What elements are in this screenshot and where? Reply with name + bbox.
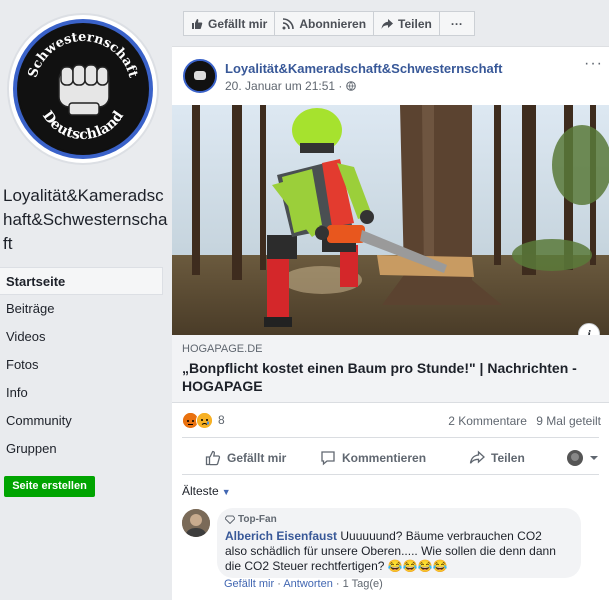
page-profile-picture[interactable]: Schwesternschaft Deutschland [7,13,159,165]
comment-reply-link[interactable]: Antworten [283,578,333,590]
post-timestamp[interactable]: 20. Januar um 21:51 · [225,79,356,93]
page-like-button[interactable]: Gefällt mir [183,11,276,36]
profile-ring: Schwesternschaft Deutschland [13,19,153,159]
caret-down-icon [590,456,598,460]
thumbs-up-outline-icon [205,450,221,466]
globe-icon [345,81,356,91]
thumbs-up-icon [192,18,203,29]
profile-thumbnail-icon [567,450,583,466]
reaction-count: 8 [218,413,225,427]
page-nav: Startseite Beiträge Videos Fotos Info Co… [0,267,163,463]
sad-reaction-icon [196,411,213,429]
page-more-button[interactable]: ··· [438,11,475,36]
comment-text: Alberich Eisenfaust Uuuuuund? Bäume verb… [225,529,565,574]
link-preview-image[interactable] [172,105,609,335]
page-share-label: Teilen [398,16,432,31]
comment-time[interactable]: 1 Tag(e) [343,578,383,590]
nav-item-info[interactable]: Info [0,379,163,407]
divider [182,437,599,438]
sort-label: Älteste [182,484,219,498]
like-label: Gefällt mir [227,451,287,465]
share-icon [469,450,485,464]
top-fan-badge: Top-Fan [225,514,277,525]
post-actions: Gefällt mir Kommentieren Teilen [172,442,609,474]
commenter-avatar[interactable] [182,509,210,537]
page-action-bar: Gefällt mir Abonnieren Teilen ··· [183,11,475,36]
diamond-icon [225,515,235,524]
divider [182,474,599,475]
follow-button[interactable]: Abonnieren [274,11,375,36]
like-button[interactable]: Gefällt mir [205,450,286,466]
page-share-button[interactable]: Teilen [373,11,440,36]
share-button[interactable]: Teilen [469,450,525,466]
logo-image: Schwesternschaft Deutschland [17,23,149,155]
rss-icon [282,17,295,29]
comment-icon [321,451,335,466]
comment-label: Kommentieren [342,451,427,465]
post-time-text: 20. Januar um 21:51 · [225,79,346,93]
post-as-selector[interactable] [567,450,605,466]
comment-bubble: Top-Fan Alberich Eisenfaust Uuuuuund? Bä… [217,508,581,578]
commenter-name[interactable]: Alberich Eisenfaust [225,529,337,543]
post-author-avatar[interactable] [183,59,217,93]
nav-item-fotos[interactable]: Fotos [0,351,163,379]
post-card: Loyalität&Kameradschaft&Schwesternschaft… [172,46,609,600]
share-label: Teilen [491,451,525,465]
comments-count-link[interactable]: 2 Kommentare [448,414,527,428]
caret-down-icon: ▼ [221,487,231,497]
nav-item-gruppen[interactable]: Gruppen [0,435,163,463]
post-stats: 2 Kommentare 9 Mal geteilt [442,414,601,428]
more-dots-icon: ··· [450,16,463,31]
comment-button[interactable]: Kommentieren [320,450,426,466]
link-domain: HOGAPAGE.DE [182,343,263,355]
shares-count-link[interactable]: 9 Mal geteilt [536,414,601,428]
page-sidebar: Schwesternschaft Deutschland Loyalität&K… [0,0,172,600]
comment-like-link[interactable]: Gefällt mir [224,578,274,590]
top-fan-label: Top-Fan [238,514,277,525]
nav-item-videos[interactable]: Videos [0,323,163,351]
post-author-name[interactable]: Loyalität&Kameradschaft&Schwesternschaft [225,61,502,76]
create-page-button[interactable]: Seite erstellen [4,476,95,497]
follow-label: Abonnieren [299,16,367,31]
comment-sort-dropdown[interactable]: Älteste ▼ [182,484,231,498]
page-like-label: Gefällt mir [208,16,268,31]
link-preview[interactable]: HOGAPAGE.DE „Bonpflicht kostet einen Bau… [172,335,609,403]
nav-item-startseite[interactable]: Startseite [0,267,163,295]
post-options-button[interactable]: ··· [584,55,603,73]
comment-footer: Gefällt mir · Antworten · 1 Tag(e) [224,578,383,590]
reactions-summary[interactable]: 8 [182,411,225,429]
nav-item-beitraege[interactable]: Beiträge [0,295,163,323]
share-arrow-icon [381,18,394,29]
nav-item-community[interactable]: Community [0,407,163,435]
link-title: „Bonpflicht kostet einen Baum pro Stunde… [182,360,577,394]
page-name[interactable]: Loyalität&Kameradschaft&Schwesternschaft [3,184,168,256]
